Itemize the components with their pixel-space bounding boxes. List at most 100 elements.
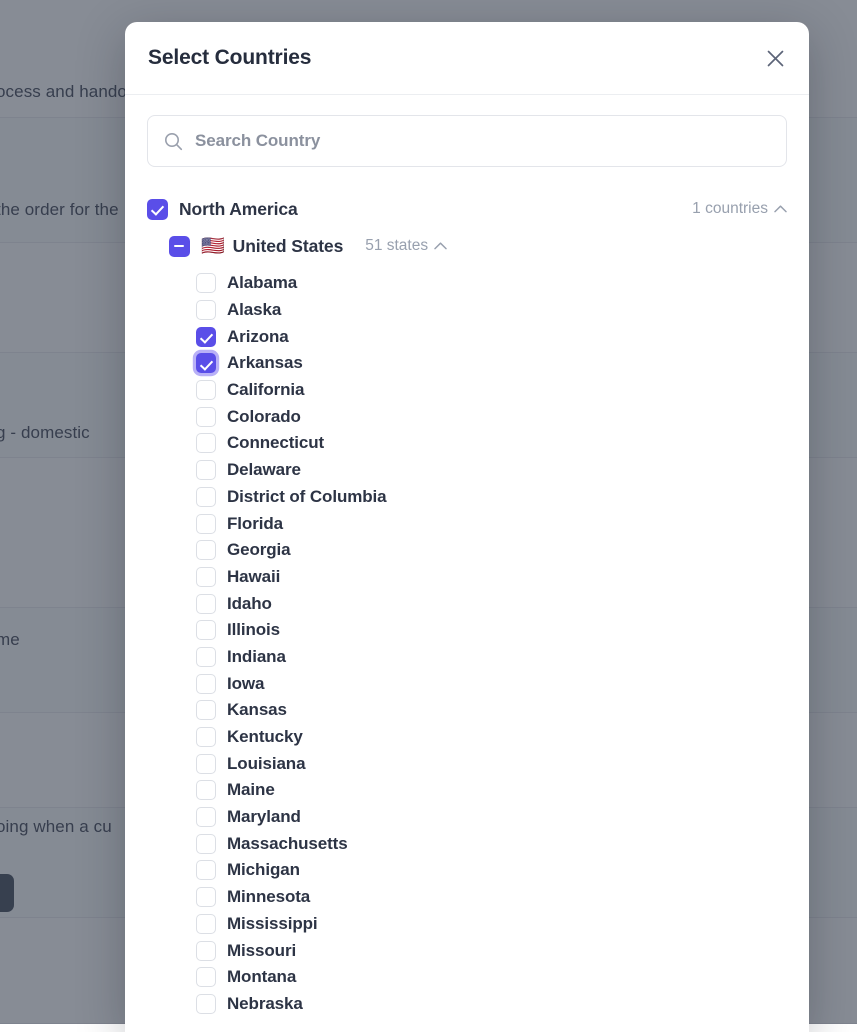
state-row[interactable]: Maine [147,777,787,804]
state-label: Arkansas [227,353,303,373]
checkbox-state[interactable] [196,487,216,507]
checkbox-state[interactable] [196,620,216,640]
checkbox-state[interactable] [196,887,216,907]
checkbox-state[interactable] [196,807,216,827]
state-row[interactable]: Maryland [147,804,787,831]
checkbox-state[interactable] [196,754,216,774]
state-label: Arizona [227,327,289,347]
state-row[interactable]: Kansas [147,697,787,724]
select-countries-modal: Select Countries North America 1 countri… [125,22,809,1032]
state-label: District of Columbia [227,487,387,507]
checkbox-state[interactable] [196,994,216,1014]
state-label: Kentucky [227,727,303,747]
state-label: Michigan [227,860,300,880]
state-row[interactable]: Iowa [147,670,787,697]
checkbox-state[interactable] [196,594,216,614]
state-row[interactable]: Georgia [147,537,787,564]
state-label: Delaware [227,460,301,480]
checkbox-state[interactable] [196,674,216,694]
checkbox-state[interactable] [196,540,216,560]
state-label: Hawaii [227,567,280,587]
modal-header: Select Countries [125,22,809,95]
country-collapse-toggle[interactable]: 51 states [365,237,447,255]
state-row[interactable]: Hawaii [147,564,787,591]
checkbox-state[interactable] [196,647,216,667]
checkbox-state[interactable] [196,860,216,880]
state-row[interactable]: Connecticut [147,430,787,457]
checkbox-state[interactable] [196,700,216,720]
group-count-label: 1 countries [692,200,768,218]
state-label: Florida [227,514,283,534]
checkbox-state[interactable] [196,967,216,987]
group-collapse-toggle[interactable]: 1 countries [692,200,787,218]
search-input[interactable] [183,116,786,166]
checkbox-north-america[interactable] [147,199,168,220]
checkbox-state[interactable] [196,727,216,747]
state-row[interactable]: Minnesota [147,884,787,911]
state-list: Alabama Alaska Arizona Arkansas California Co… [147,270,787,1017]
state-row[interactable]: District of Columbia [147,484,787,511]
state-row[interactable]: Illinois [147,617,787,644]
state-row[interactable]: Arkansas [147,350,787,377]
search-box[interactable] [147,115,787,167]
state-row[interactable]: Colorado [147,403,787,430]
state-row[interactable]: Nebraska [147,991,787,1018]
state-row[interactable]: Florida [147,510,787,537]
chevron-up-icon [774,205,787,213]
state-row[interactable]: Indiana [147,644,787,671]
checkbox-state[interactable] [196,407,216,427]
checkbox-state[interactable] [196,914,216,934]
state-row[interactable]: Delaware [147,457,787,484]
state-label: California [227,380,304,400]
close-icon-glyph [767,50,784,67]
checkbox-state[interactable] [196,567,216,587]
state-row[interactable]: Alaska [147,297,787,324]
state-row[interactable]: Idaho [147,590,787,617]
tree-country-label: United States [233,236,344,257]
flag-icon-us: 🇺🇸 [201,237,225,256]
state-label: Idaho [227,594,272,614]
state-label: Indiana [227,647,286,667]
state-label: Illinois [227,620,280,640]
state-row[interactable]: Alabama [147,270,787,297]
state-row[interactable]: Kentucky [147,724,787,751]
state-row[interactable]: Mississippi [147,911,787,938]
checkbox-state[interactable] [196,780,216,800]
checkbox-state[interactable] [196,834,216,854]
state-label: Louisiana [227,754,305,774]
close-icon[interactable] [759,42,791,74]
tree-group-north-america[interactable]: North America 1 countries [147,195,787,223]
checkbox-state[interactable] [196,353,216,373]
checkbox-united-states[interactable] [169,236,190,257]
state-label: Colorado [227,407,301,427]
state-row[interactable]: Massachusetts [147,830,787,857]
checkbox-state[interactable] [196,941,216,961]
chevron-up-icon [434,242,447,250]
state-label: Maryland [227,807,301,827]
state-row[interactable]: Louisiana [147,750,787,777]
country-tree: North America 1 countries 🇺🇸 United Stat… [125,167,809,1032]
checkbox-state[interactable] [196,300,216,320]
state-label: Missouri [227,941,296,961]
checkbox-state[interactable] [196,327,216,347]
state-label: Maine [227,780,275,800]
checkbox-state[interactable] [196,380,216,400]
state-row[interactable]: Arizona [147,323,787,350]
state-label: Montana [227,967,296,987]
state-row[interactable]: Missouri [147,937,787,964]
page-title: Select Countries [148,46,311,70]
search-section [125,95,809,167]
state-row[interactable]: California [147,377,787,404]
checkbox-state[interactable] [196,514,216,534]
state-row[interactable]: Michigan [147,857,787,884]
state-label: Alaska [227,300,281,320]
state-label: Massachusetts [227,834,348,854]
state-row[interactable]: Montana [147,964,787,991]
checkbox-state[interactable] [196,433,216,453]
checkbox-state[interactable] [196,460,216,480]
tree-group-label: North America [179,199,298,220]
tree-country-united-states[interactable]: 🇺🇸 United States 51 states [147,232,787,260]
state-label: Minnesota [227,887,310,907]
state-label: Alabama [227,273,297,293]
checkbox-state[interactable] [196,273,216,293]
